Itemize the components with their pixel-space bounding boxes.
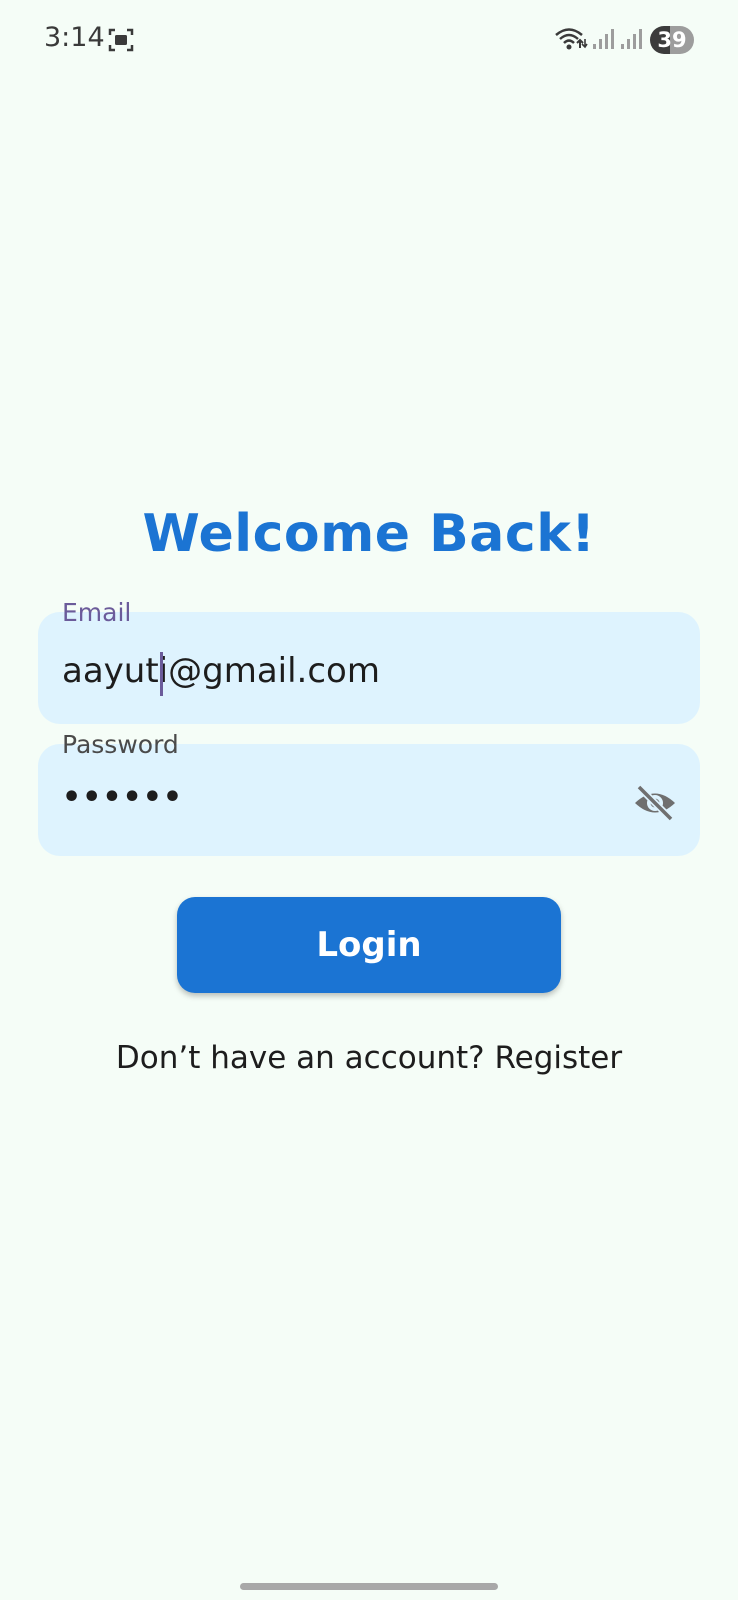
eye-off-icon[interactable] [632,784,678,822]
password-input[interactable]: •••••• [62,783,183,813]
home-indicator[interactable] [240,1583,498,1590]
email-label: Email [62,598,132,627]
password-label: Password [62,730,179,759]
text-cursor [160,652,163,696]
screenshot-icon [108,28,134,52]
register-prompt-text: Don’t have an account? [115,1040,485,1076]
page-title: Welcome Back! [142,504,596,564]
email-input[interactable]: aayuti@gmail.com [62,654,380,688]
register-prompt: Don’t have an account? Register [0,1040,738,1076]
login-button[interactable]: Login [177,897,561,993]
register-link[interactable]: Register [494,1040,622,1076]
signal-icon [621,29,642,49]
status-time: 3:14 [44,22,105,53]
battery-indicator: 39 [650,26,694,54]
signal-icon [593,29,614,49]
status-bar: 3:14 39 [0,0,738,80]
wifi-icon [555,28,588,50]
